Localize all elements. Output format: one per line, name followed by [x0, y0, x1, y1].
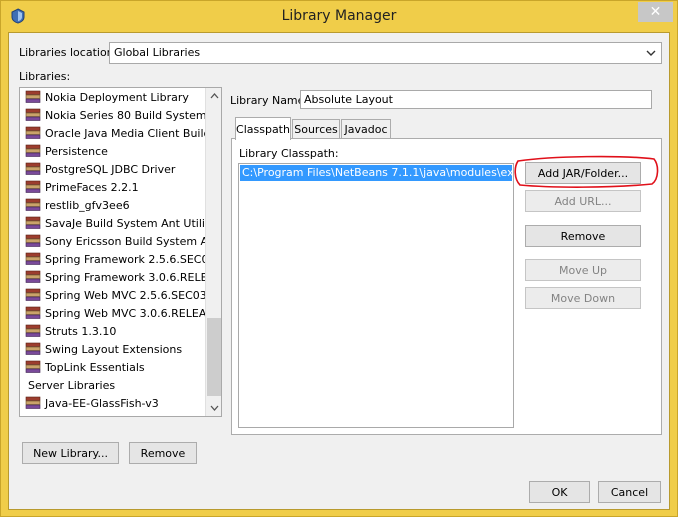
library-book-icon: [25, 360, 41, 373]
window-title: Library Manager: [281, 8, 397, 24]
library-list-item[interactable]: Spring Web MVC 2.5.6.SEC03: [20, 286, 205, 304]
library-list-item[interactable]: PostgreSQL JDBC Driver: [20, 160, 205, 178]
library-book-icon: [25, 108, 41, 121]
library-item-label: Persistence: [45, 144, 108, 158]
library-book-icon: [25, 252, 41, 265]
library-list-item[interactable]: Spring Framework 2.5.6.SEC01: [20, 250, 205, 268]
library-list-item[interactable]: Struts 1.3.10: [20, 322, 205, 340]
library-item-label: TopLink Essentials: [45, 360, 145, 374]
tab-classpath[interactable]: Classpath: [235, 117, 291, 140]
chevron-down-icon: [210, 405, 218, 411]
library-item-label: Struts 1.3.10: [45, 324, 117, 338]
library-book-icon: [25, 234, 41, 247]
library-item-label: Sony Ericsson Build System Ant U: [45, 234, 205, 248]
library-item-label: Nokia Series 80 Build System Ant: [45, 108, 205, 122]
library-list-item[interactable]: Oracle Java Media Client Build Sy: [20, 124, 205, 142]
library-manager-window: Library Manager ✕ Libraries location: Gl…: [0, 0, 678, 517]
classpath-label: Library Classpath:: [239, 147, 339, 160]
cancel-button[interactable]: Cancel: [598, 481, 661, 503]
new-library-button[interactable]: New Library...: [22, 442, 119, 464]
library-list-item[interactable]: PrimeFaces 2.2.1: [20, 178, 205, 196]
library-book-icon: [25, 270, 41, 283]
library-item-label: Spring Framework 2.5.6.SEC01: [45, 252, 205, 266]
library-list-item[interactable]: Nokia Series 80 Build System Ant: [20, 106, 205, 124]
library-name-field[interactable]: Absolute Layout: [300, 90, 652, 109]
libraries-list[interactable]: Nokia Deployment Library Nokia Series 80 …: [19, 87, 222, 417]
close-button[interactable]: ✕: [638, 2, 673, 22]
classpath-list[interactable]: C:\Program Files\NetBeans 7.1.1\java\mod…: [238, 163, 514, 428]
library-book-icon: [25, 180, 41, 193]
library-item-label: SavaJe Build System Ant Utilities: [45, 216, 205, 230]
libraries-label: Libraries:: [19, 70, 71, 83]
add-url-button[interactable]: Add URL...: [525, 190, 641, 212]
library-item-label: Spring Web MVC 2.5.6.SEC03: [45, 288, 205, 302]
red-highlight-annotation: [514, 155, 659, 188]
library-item-label: Spring Framework 3.0.6.RELEASE: [45, 270, 205, 284]
library-book-icon: [25, 288, 41, 301]
library-list-item[interactable]: Persistence: [20, 142, 205, 160]
close-icon: ✕: [649, 4, 662, 20]
library-list-item[interactable]: Nokia Deployment Library: [20, 88, 205, 106]
library-book-icon: [25, 324, 41, 337]
libraries-items: Nokia Deployment Library Nokia Series 80 …: [20, 88, 205, 412]
tab-sources[interactable]: Sources: [292, 119, 340, 139]
location-combo[interactable]: Global Libraries: [109, 42, 662, 64]
library-list-item[interactable]: Java-EE-GlassFish-v3: [20, 394, 205, 412]
tab-javadoc[interactable]: Javadoc: [341, 119, 391, 139]
library-book-icon: [25, 90, 41, 103]
library-name-label: Library Name:: [230, 94, 309, 107]
chevron-up-icon: [210, 93, 218, 99]
library-list-item[interactable]: Swing Layout Extensions: [20, 340, 205, 358]
remove-library-button[interactable]: Remove: [129, 442, 197, 464]
classpath-entry-selected[interactable]: C:\Program Files\NetBeans 7.1.1\java\mod…: [240, 165, 512, 181]
chevron-down-icon: [646, 50, 656, 56]
library-item-label: PrimeFaces 2.2.1: [45, 180, 139, 194]
library-item-label: Java-EE-GlassFish-v3: [45, 396, 159, 410]
library-list-item[interactable]: TopLink Essentials: [20, 358, 205, 376]
library-item-label: Spring Web MVC 3.0.6.RELEASE: [45, 306, 205, 320]
library-list-item[interactable]: Sony Ericsson Build System Ant U: [20, 232, 205, 250]
library-list-item[interactable]: Spring Web MVC 3.0.6.RELEASE: [20, 304, 205, 322]
library-item-label: Oracle Java Media Client Build Sy: [45, 126, 205, 140]
library-book-icon: [25, 144, 41, 157]
ok-button[interactable]: OK: [529, 481, 590, 503]
scroll-down-arrow[interactable]: [206, 400, 221, 416]
library-book-icon: [25, 216, 41, 229]
library-list-item[interactable]: SavaJe Build System Ant Utilities: [20, 214, 205, 232]
library-book-icon: [25, 198, 41, 211]
library-book-icon: [25, 342, 41, 355]
title-bar[interactable]: Library Manager ✕: [1, 1, 677, 32]
library-book-icon: [25, 306, 41, 319]
library-item-label: Nokia Deployment Library: [45, 90, 189, 104]
library-category-item[interactable]: Server Libraries: [20, 376, 205, 394]
location-label: Libraries location:: [19, 46, 118, 59]
library-book-icon: [25, 396, 41, 409]
library-book-icon: [25, 126, 41, 139]
remove-entry-button[interactable]: Remove: [525, 225, 641, 247]
location-value: Global Libraries: [114, 46, 201, 59]
library-list-item[interactable]: restlib_gfv3ee6: [20, 196, 205, 214]
scroll-up-arrow[interactable]: [206, 88, 221, 104]
library-item-label: Swing Layout Extensions: [45, 342, 183, 356]
library-list-item[interactable]: Spring Framework 3.0.6.RELEASE: [20, 268, 205, 286]
library-book-icon: [25, 162, 41, 175]
dialog-body: Libraries location: Global Libraries Lib…: [8, 32, 670, 510]
library-item-label: PostgreSQL JDBC Driver: [45, 162, 176, 176]
library-item-label: restlib_gfv3ee6: [45, 198, 130, 212]
libraries-scrollbar[interactable]: [205, 88, 221, 416]
move-up-button[interactable]: Move Up: [525, 259, 641, 281]
move-down-button[interactable]: Move Down: [525, 287, 641, 309]
scroll-thumb[interactable]: [207, 318, 221, 396]
